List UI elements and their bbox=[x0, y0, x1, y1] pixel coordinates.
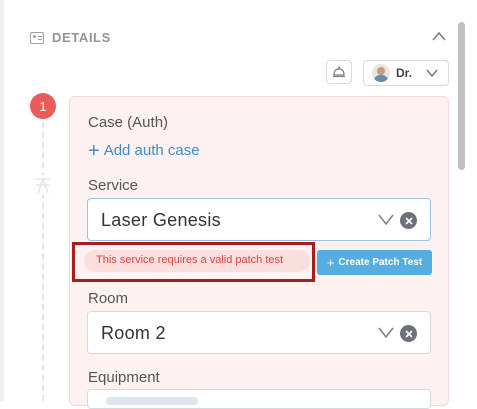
case-label: Case (Auth) bbox=[88, 114, 169, 131]
doctor-select[interactable]: Dr. bbox=[363, 60, 449, 86]
chevron-down-icon[interactable] bbox=[378, 327, 394, 338]
step-number-badge: 1 bbox=[30, 93, 56, 119]
add-auth-case-link[interactable]: + Add auth case bbox=[88, 139, 200, 162]
service-bell-icon bbox=[333, 66, 345, 78]
section-title: DETAILS bbox=[52, 30, 111, 45]
create-patch-test-label: Create Patch Test bbox=[338, 257, 423, 268]
plus-icon: + bbox=[326, 255, 335, 270]
plus-icon: + bbox=[88, 139, 100, 162]
room-label: Room bbox=[88, 290, 129, 307]
timeline-line bbox=[42, 122, 44, 401]
doctor-label: Dr. bbox=[396, 66, 413, 80]
service-bell-button[interactable] bbox=[326, 60, 352, 84]
step-marker-icon bbox=[34, 175, 52, 195]
clear-x-icon[interactable] bbox=[400, 212, 417, 229]
equipment-select[interactable] bbox=[87, 389, 431, 409]
id-card-icon bbox=[30, 31, 44, 44]
service-select[interactable]: Laser Genesis bbox=[87, 198, 431, 241]
chevron-up-icon[interactable] bbox=[431, 30, 447, 42]
service-label: Service bbox=[88, 177, 139, 194]
chevron-down-icon bbox=[426, 69, 438, 77]
room-value: Room 2 bbox=[101, 323, 166, 343]
service-value: Laser Genesis bbox=[101, 210, 221, 230]
highlight-box bbox=[72, 242, 315, 282]
clear-x-icon[interactable] bbox=[400, 325, 417, 342]
details-header[interactable]: DETAILS bbox=[30, 30, 111, 45]
room-select[interactable]: Room 2 bbox=[87, 311, 431, 354]
scrollbar-thumb[interactable] bbox=[458, 22, 465, 170]
add-auth-label: Add auth case bbox=[103, 142, 200, 159]
chevron-down-icon[interactable] bbox=[378, 214, 394, 225]
equipment-label: Equipment bbox=[88, 369, 160, 386]
create-patch-test-button[interactable]: + Create Patch Test bbox=[317, 250, 432, 275]
avatar bbox=[372, 64, 390, 82]
